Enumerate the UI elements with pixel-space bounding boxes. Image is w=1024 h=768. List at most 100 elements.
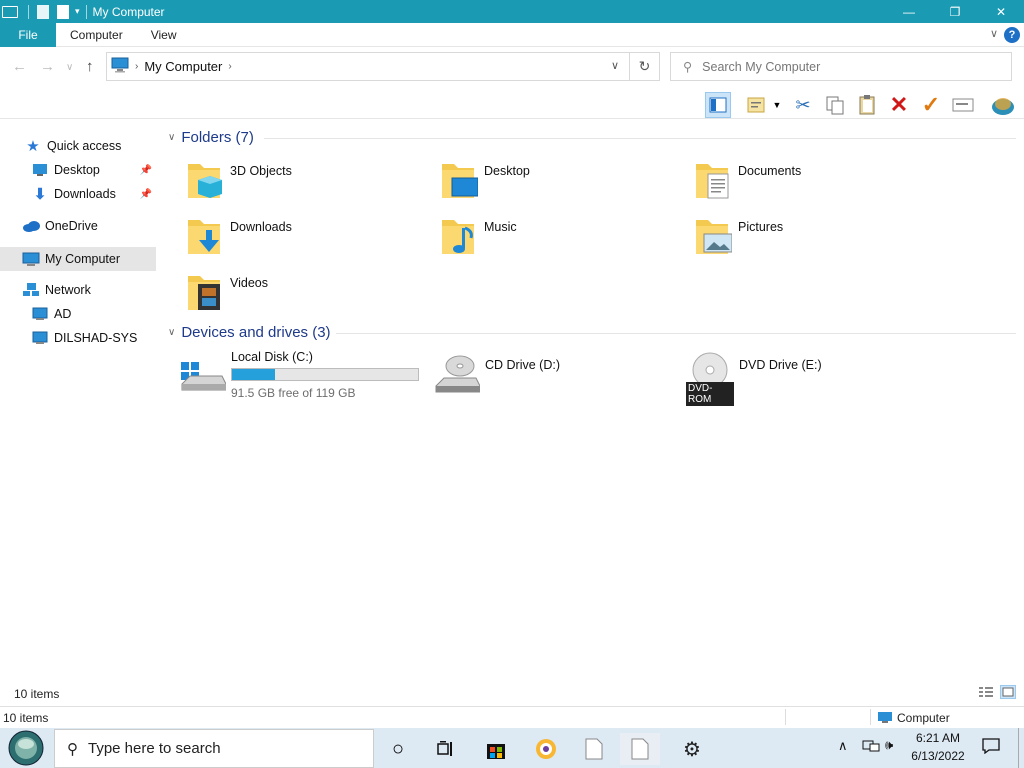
sidebar-item-desktop[interactable]: Desktop 📌 xyxy=(0,158,156,182)
download-icon: ⬇ xyxy=(33,186,47,203)
customize-dropdown-icon[interactable]: ▾ xyxy=(75,6,80,17)
up-arrow-icon[interactable]: ↑ xyxy=(86,58,94,75)
sidebar-item-dilshad-sys[interactable]: DILSHAD-SYS xyxy=(0,326,156,350)
navigation-pane: ★ Quick access Desktop 📌 ⬇ Downloads 📌 O… xyxy=(0,120,158,680)
large-icons-view-icon[interactable] xyxy=(1000,685,1016,699)
drive-dvd-e[interactable]: DVD-ROM DVD Drive (E:) xyxy=(686,352,822,406)
recent-locations-icon[interactable]: ∨ xyxy=(66,62,73,73)
collapse-chevron-icon[interactable]: ∨ xyxy=(168,132,175,143)
disk-free-text: 91.5 GB free of 119 GB xyxy=(231,386,356,400)
expand-ribbon-icon[interactable]: ∨ xyxy=(990,27,998,40)
taskbar-search-box[interactable]: ⚲ Type here to search xyxy=(54,729,374,768)
devices-group-header[interactable]: ∨ Devices and drives (3) xyxy=(168,324,331,341)
maximize-button[interactable]: ❐ xyxy=(932,0,978,23)
close-button[interactable]: ✕ xyxy=(978,0,1024,23)
computer-icon xyxy=(22,251,40,267)
file-app-icon-active[interactable] xyxy=(620,733,660,765)
computer-icon xyxy=(31,330,49,346)
preview-pane-icon[interactable] xyxy=(705,92,731,118)
rename-icon[interactable] xyxy=(950,92,976,118)
new-folder-icon[interactable] xyxy=(57,4,69,19)
computer-icon[interactable] xyxy=(2,5,18,18)
delete-icon[interactable]: ✕ xyxy=(886,92,912,118)
forward-arrow-icon[interactable]: → xyxy=(40,58,55,75)
copy-icon[interactable] xyxy=(822,92,848,118)
tab-view[interactable]: View xyxy=(137,23,191,47)
microsoft-store-icon[interactable] xyxy=(476,733,516,765)
address-bar[interactable]: › My Computer › ∨ ↻ xyxy=(106,52,660,81)
sidebar-item-network[interactable]: Network xyxy=(0,278,156,302)
address-dropdown-icon[interactable]: ∨ xyxy=(611,59,619,72)
desktop-icon xyxy=(31,162,49,178)
network-icon xyxy=(22,282,40,298)
folder-videos-icon xyxy=(188,276,220,310)
drive-label: DVD Drive (E:) xyxy=(739,358,822,372)
paste-icon[interactable] xyxy=(854,92,880,118)
sidebar-item-onedrive[interactable]: OneDrive xyxy=(0,214,156,238)
checkmark-icon[interactable]: ✓ xyxy=(918,92,944,118)
sidebar-item-label: Desktop xyxy=(54,163,100,177)
folder-desktop[interactable]: Desktop xyxy=(440,158,530,200)
browser-icon[interactable] xyxy=(526,733,566,765)
folder-videos[interactable]: Videos xyxy=(186,270,268,312)
computer-icon xyxy=(877,711,893,728)
search-input[interactable]: ⚲ Search My Computer xyxy=(670,52,1012,81)
star-icon: ★ xyxy=(26,138,40,155)
breadcrumb-chevron-icon[interactable]: › xyxy=(135,61,138,72)
start-button[interactable] xyxy=(6,730,46,766)
breadcrumb-chevron-icon[interactable]: › xyxy=(228,61,231,72)
divider xyxy=(336,333,1016,334)
drive-cd-d[interactable]: CD Drive (D:) xyxy=(434,352,560,396)
minimize-button[interactable]: — xyxy=(886,0,932,23)
help-button[interactable]: ? xyxy=(1004,27,1020,43)
network-tray-icon[interactable] xyxy=(862,738,880,757)
refresh-button[interactable]: ↻ xyxy=(629,53,659,80)
cut-icon[interactable]: ✂ xyxy=(790,92,816,118)
sidebar-item-downloads[interactable]: ⬇ Downloads 📌 xyxy=(0,182,156,206)
volume-icon[interactable]: 🕪 xyxy=(885,737,893,753)
sidebar-item-label: Network xyxy=(45,283,91,297)
collapse-chevron-icon[interactable]: ∨ xyxy=(168,327,175,338)
properties-icon[interactable] xyxy=(743,92,769,118)
tab-file[interactable]: File xyxy=(0,22,56,47)
properties-dropdown-icon[interactable]: ▼ xyxy=(770,92,784,118)
sidebar-item-ad[interactable]: AD xyxy=(0,302,156,326)
details-view-icon[interactable] xyxy=(978,686,994,701)
folder-downloads-icon xyxy=(188,220,220,254)
dvd-drive-icon: DVD-ROM xyxy=(686,352,734,406)
drive-local-disk-c[interactable]: Local Disk (C:) 91.5 GB free of 119 GB xyxy=(180,350,419,400)
location-text: Computer xyxy=(897,711,950,725)
clock-time: 6:21 AM xyxy=(915,731,961,745)
search-icon: ⚲ xyxy=(67,740,78,758)
notification-icon[interactable] xyxy=(982,738,1000,757)
folders-group-header[interactable]: ∨ Folders (7) xyxy=(168,129,254,146)
folder-music[interactable]: Music xyxy=(440,214,517,256)
divider xyxy=(264,138,1016,139)
folder-3d-objects[interactable]: 3D Objects xyxy=(186,158,292,200)
breadcrumb-my-computer[interactable]: My Computer xyxy=(144,59,222,74)
sidebar-item-quick-access[interactable]: ★ Quick access xyxy=(0,134,156,158)
pin-icon[interactable]: 📌 xyxy=(140,189,152,200)
pin-icon[interactable]: 📌 xyxy=(140,165,152,176)
folder-downloads[interactable]: Downloads xyxy=(186,214,292,256)
show-hidden-icons-chevron-icon[interactable]: ∧ xyxy=(838,738,848,754)
back-arrow-icon[interactable]: ← xyxy=(12,58,27,75)
taskbar-search-placeholder: Type here to search xyxy=(88,740,221,757)
folder-documents[interactable]: Documents xyxy=(694,158,801,200)
folder-label: Downloads xyxy=(230,220,292,234)
status-bar: 10 items xyxy=(0,683,1024,705)
globe-icon[interactable] xyxy=(990,92,1016,118)
show-desktop-button[interactable] xyxy=(1018,728,1019,768)
sidebar-item-my-computer[interactable]: My Computer xyxy=(0,247,156,271)
tab-computer[interactable]: Computer xyxy=(56,23,137,47)
folder-pictures[interactable]: Pictures xyxy=(694,214,783,256)
file-app-icon[interactable] xyxy=(574,733,614,765)
task-view-icon[interactable] xyxy=(426,733,466,765)
properties-icon[interactable] xyxy=(37,4,49,19)
sidebar-item-label: Quick access xyxy=(47,139,122,153)
taskbar-clock[interactable]: 6:21 AM 6/13/2022 xyxy=(906,731,970,763)
folder-label: Desktop xyxy=(484,164,530,178)
search-placeholder: Search My Computer xyxy=(702,59,821,74)
cortana-icon[interactable]: ○ xyxy=(378,733,418,765)
settings-gear-icon[interactable]: ⚙ xyxy=(672,733,712,765)
